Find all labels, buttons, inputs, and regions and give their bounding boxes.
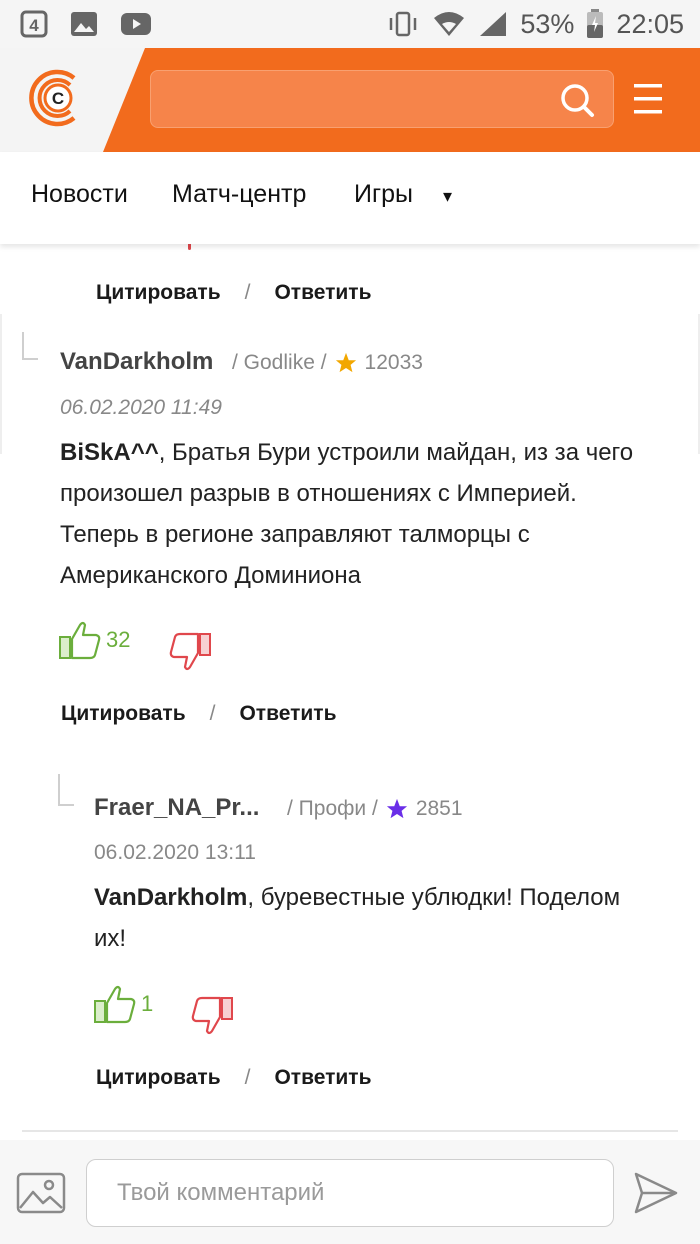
user-rating: 2851 bbox=[415, 797, 463, 820]
battery-icon bbox=[587, 9, 604, 38]
site-logo[interactable]: C bbox=[28, 68, 88, 128]
thumbs-up-icon[interactable] bbox=[93, 984, 137, 1024]
image-attach-icon[interactable] bbox=[16, 1172, 66, 1214]
comment-text: BiSkA^^, Братья Бури устроили майдан, из… bbox=[60, 432, 660, 596]
comment-author[interactable]: Fraer_NA_Pr... bbox=[94, 794, 259, 822]
star-icon bbox=[335, 352, 356, 373]
comment-actions: Цитировать / Ответить bbox=[61, 702, 337, 726]
reply-button[interactable]: Ответить bbox=[274, 281, 371, 305]
clock: 22:05 bbox=[616, 8, 684, 39]
user-rank: / Профи / bbox=[287, 797, 378, 820]
comment-composer bbox=[0, 1140, 700, 1244]
nav-games[interactable]: Игры bbox=[354, 180, 413, 209]
nav-match-center[interactable]: Матч-центр bbox=[172, 180, 306, 209]
app-header: C bbox=[0, 48, 700, 152]
thumbs-down-icon[interactable] bbox=[190, 996, 234, 1036]
action-separator: / bbox=[244, 281, 251, 304]
comment-date: 06.02.2020 13:11 bbox=[94, 841, 256, 864]
thumbs-up-icon[interactable] bbox=[58, 620, 102, 660]
status-bar: 4 53% 22:05 bbox=[0, 0, 700, 48]
like-control[interactable]: 32 bbox=[58, 620, 130, 660]
comment-meta: / Godlike / 12033 bbox=[232, 351, 423, 375]
comment-actions: Цитировать / Ответить bbox=[96, 1066, 372, 1090]
comment-actions: Цитировать / Ответить bbox=[96, 281, 372, 305]
nav-news[interactable]: Новости bbox=[31, 180, 128, 209]
like-count: 32 bbox=[106, 627, 131, 652]
wifi-icon bbox=[434, 12, 465, 36]
user-rating: 12033 bbox=[364, 351, 423, 374]
quote-button[interactable]: Цитировать bbox=[96, 281, 221, 305]
comment-date: 06.02.2020 11:49 bbox=[60, 396, 222, 419]
svg-text:C: C bbox=[52, 89, 64, 108]
nav-more-caret[interactable]: ▾ bbox=[443, 186, 452, 207]
status-right-icons: 53% 22:05 bbox=[386, 6, 684, 42]
main-nav: Новости Матч-центр Игры ▾ bbox=[0, 152, 700, 244]
image-icon bbox=[71, 12, 97, 36]
quote-button[interactable]: Цитировать bbox=[61, 702, 186, 726]
reply-mention[interactable]: VanDarkholm bbox=[94, 884, 247, 911]
divider bbox=[22, 1130, 678, 1132]
thread-line bbox=[22, 332, 38, 360]
comment-meta: / Профи / 2851 bbox=[287, 797, 463, 821]
like-count: 1 bbox=[141, 991, 154, 1016]
like-control[interactable]: 1 bbox=[93, 984, 153, 1024]
search-icon[interactable] bbox=[559, 82, 595, 118]
battery-percent: 53% bbox=[520, 8, 575, 39]
edge-divider bbox=[0, 314, 2, 454]
notification-4-icon: 4 bbox=[20, 10, 48, 38]
svg-text:4: 4 bbox=[29, 16, 39, 35]
comment-input[interactable] bbox=[86, 1159, 614, 1227]
star-icon bbox=[386, 798, 407, 819]
dislike-icon-fragment bbox=[188, 244, 191, 250]
action-separator: / bbox=[244, 1066, 251, 1089]
reply-mention[interactable]: BiSkA^^ bbox=[60, 439, 159, 466]
comments-feed[interactable]: Цитировать / Ответить VanDarkholm / Godl… bbox=[0, 244, 700, 1140]
vibrate-icon bbox=[390, 11, 417, 37]
thumbs-down-icon[interactable] bbox=[168, 632, 212, 672]
send-icon[interactable] bbox=[632, 1170, 680, 1216]
reply-button[interactable]: Ответить bbox=[274, 1066, 371, 1090]
quote-button[interactable]: Цитировать bbox=[96, 1066, 221, 1090]
thread-line bbox=[58, 774, 74, 806]
comment-author[interactable]: VanDarkholm bbox=[60, 348, 213, 376]
search-input[interactable] bbox=[150, 70, 614, 128]
user-rank: / Godlike / bbox=[232, 351, 327, 374]
status-left-icons: 4 bbox=[20, 10, 152, 38]
hamburger-menu-icon[interactable] bbox=[632, 81, 664, 117]
youtube-icon bbox=[121, 13, 151, 35]
comment-text: VanDarkholm, буревестные ублюдки! Подело… bbox=[94, 877, 654, 959]
reply-button[interactable]: Ответить bbox=[239, 702, 336, 726]
action-separator: / bbox=[209, 702, 216, 725]
signal-icon bbox=[480, 12, 507, 36]
